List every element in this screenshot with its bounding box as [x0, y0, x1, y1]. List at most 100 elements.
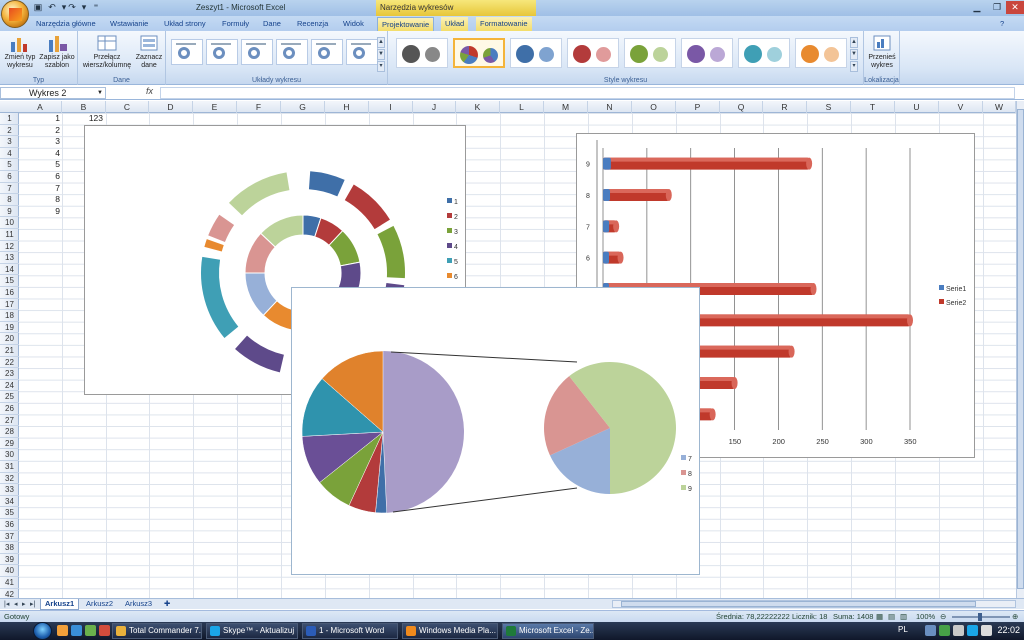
layout-thumbnail[interactable] — [171, 39, 203, 65]
cell-a[interactable]: 1 — [19, 113, 60, 123]
row-header[interactable]: 40 — [0, 565, 19, 577]
row-header[interactable]: 15 — [0, 275, 19, 287]
gallery-more-icon[interactable]: ▾ — [377, 61, 385, 72]
prev-sheet-icon[interactable]: ◂ — [14, 600, 18, 608]
row-header[interactable]: 32 — [0, 473, 19, 485]
sheet-tab-arkusz2[interactable]: Arkusz2 — [82, 599, 117, 610]
taskbar-item-total-commander[interactable]: Total Commander 7... — [112, 623, 202, 639]
layout-thumbnail[interactable] — [206, 39, 238, 65]
chart-style-thumbnail[interactable] — [510, 38, 562, 68]
row-header[interactable]: 11 — [0, 229, 19, 241]
language-indicator[interactable]: PL — [898, 625, 908, 634]
save-as-template-button[interactable]: Zapisz jako szablon — [38, 34, 76, 70]
row-header[interactable]: 14 — [0, 264, 19, 276]
taskbar-item-word[interactable]: 1 - Microsoft Word — [302, 623, 398, 639]
row-header[interactable]: 30 — [0, 449, 19, 461]
column-header[interactable]: J — [413, 101, 456, 113]
layout-thumbnail[interactable] — [311, 39, 343, 65]
move-chart-button[interactable]: Przenieś wykres — [866, 34, 898, 70]
row-header[interactable]: 24 — [0, 380, 19, 392]
cell-a[interactable]: 9 — [19, 206, 60, 216]
taskbar-item-excel[interactable]: Microsoft Excel - Ze... — [502, 623, 594, 639]
column-header[interactable]: R — [763, 101, 807, 113]
row-header[interactable]: 26 — [0, 403, 19, 415]
switch-row-column-button[interactable]: Przełącz wiersz/kolumnę — [81, 34, 133, 70]
pie-of-pie-chart[interactable]: 7 8 9 — [291, 287, 700, 575]
row-header[interactable]: 1 — [0, 113, 19, 125]
start-button[interactable] — [33, 622, 52, 640]
taskbar-item-skype[interactable]: Skype™ - Aktualizuj — [206, 623, 298, 639]
help-icon[interactable]: ? — [996, 17, 1008, 31]
chart-style-thumbnail[interactable] — [795, 38, 847, 68]
close-icon[interactable]: ✕ — [1006, 1, 1024, 14]
row-header[interactable]: 37 — [0, 531, 19, 543]
column-header[interactable]: W — [983, 101, 1016, 113]
row-header[interactable]: 31 — [0, 461, 19, 473]
row-header[interactable]: 22 — [0, 357, 19, 369]
cell-a[interactable]: 5 — [19, 159, 60, 169]
gallery-up-icon[interactable]: ▲ — [850, 37, 858, 48]
volume-icon[interactable] — [981, 625, 992, 636]
sheet-tab-arkusz3[interactable]: Arkusz3 — [121, 599, 156, 610]
tray-icon[interactable] — [925, 625, 936, 636]
quick-launch-icon[interactable] — [71, 625, 82, 636]
row-header[interactable]: 16 — [0, 287, 19, 299]
column-header[interactable]: D — [149, 101, 193, 113]
column-header[interactable]: O — [632, 101, 676, 113]
row-header[interactable]: 19 — [0, 322, 19, 334]
row-header[interactable]: 10 — [0, 217, 19, 229]
column-header[interactable]: E — [193, 101, 237, 113]
cell-a[interactable]: 2 — [19, 125, 60, 135]
row-header[interactable]: 7 — [0, 183, 19, 195]
tab-layout[interactable]: Układ — [441, 17, 469, 31]
row-header[interactable]: 17 — [0, 299, 19, 311]
column-header[interactable]: Q — [720, 101, 763, 113]
horizontal-scrollbar[interactable] — [612, 600, 1016, 608]
redo-dropdown-icon[interactable]: ▾ — [78, 2, 90, 13]
chart-style-thumbnail[interactable] — [738, 38, 790, 68]
formula-input[interactable] — [160, 87, 1015, 99]
row-header[interactable]: 23 — [0, 368, 19, 380]
cell-a[interactable]: 6 — [19, 171, 60, 181]
gallery-more-icon[interactable]: ▾ — [850, 61, 858, 72]
cell-a[interactable]: 3 — [19, 136, 60, 146]
select-data-button[interactable]: Zaznacz dane — [134, 34, 164, 70]
quick-launch-icon[interactable] — [99, 625, 110, 636]
chart-style-thumbnail[interactable] — [681, 38, 733, 68]
column-header[interactable]: H — [325, 101, 369, 113]
tab-design[interactable]: Projektowanie — [377, 17, 435, 31]
tab-format[interactable]: Formatowanie — [476, 17, 532, 31]
row-header[interactable]: 9 — [0, 206, 19, 218]
chart-style-thumbnail-selected[interactable] — [453, 38, 505, 68]
first-sheet-icon[interactable]: |◂ — [4, 600, 9, 608]
column-header[interactable]: N — [588, 101, 632, 113]
tab-home[interactable]: Narzędzia główne — [32, 17, 100, 31]
layout-thumbnail[interactable] — [241, 39, 273, 65]
row-header[interactable]: 35 — [0, 507, 19, 519]
taskbar-item-media-player[interactable]: Windows Media Pla... — [402, 623, 498, 639]
column-header[interactable]: T — [851, 101, 895, 113]
column-header[interactable]: A — [19, 101, 62, 113]
row-header[interactable]: 21 — [0, 345, 19, 357]
row-header[interactable]: 38 — [0, 542, 19, 554]
tab-page-layout[interactable]: Układ strony — [160, 17, 210, 31]
quick-launch-icon[interactable] — [85, 625, 96, 636]
change-chart-type-button[interactable]: Zmień typ wykresu — [3, 34, 37, 70]
column-header[interactable]: L — [500, 101, 544, 113]
tab-insert[interactable]: Wstawianie — [106, 17, 152, 31]
tab-view[interactable]: Widok — [339, 17, 368, 31]
cell-a[interactable]: 4 — [19, 148, 60, 158]
column-header[interactable]: P — [676, 101, 720, 113]
cell-b1[interactable]: 123 — [62, 113, 103, 123]
undo-icon[interactable]: ↶ — [46, 2, 58, 13]
row-header[interactable]: 18 — [0, 310, 19, 322]
minimize-icon[interactable]: ▁ — [968, 1, 986, 14]
row-header[interactable]: 13 — [0, 252, 19, 264]
chart-style-thumbnail[interactable] — [624, 38, 676, 68]
scroll-thumb[interactable] — [1017, 109, 1024, 589]
row-header[interactable]: 29 — [0, 438, 19, 450]
column-header[interactable]: K — [456, 101, 500, 113]
row-header[interactable]: 4 — [0, 148, 19, 160]
row-header[interactable]: 34 — [0, 496, 19, 508]
column-header[interactable]: G — [281, 101, 325, 113]
